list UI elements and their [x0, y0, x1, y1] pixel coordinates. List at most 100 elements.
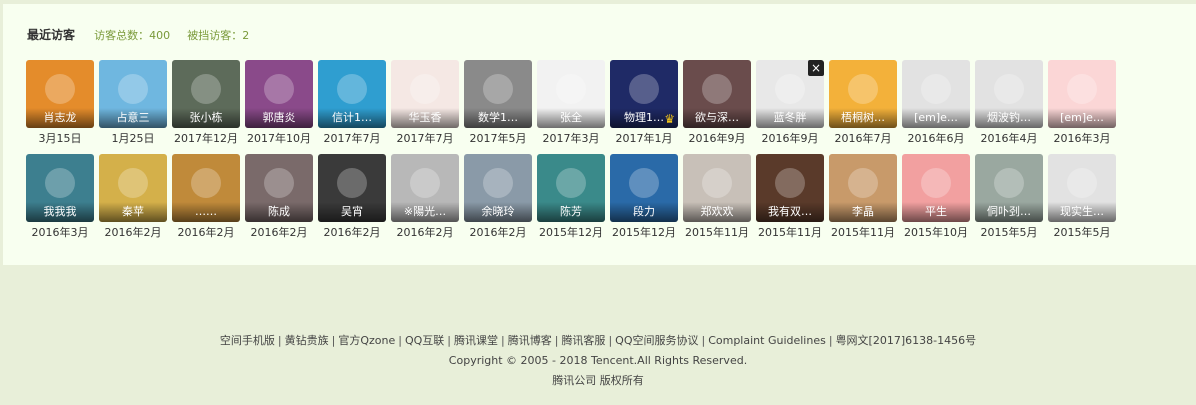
- visitor-name[interactable]: [em]e…: [902, 108, 970, 128]
- footer-link[interactable]: Complaint Guidelines: [708, 334, 826, 347]
- visitor-name[interactable]: 我我我: [26, 202, 94, 222]
- visitor-card[interactable]: [em]e… 2016年6月: [902, 60, 970, 147]
- visitor-name[interactable]: 华玉香: [391, 108, 459, 128]
- visitor-avatar[interactable]: 吴宵: [318, 154, 386, 222]
- visitor-card[interactable]: 吴宵 2016年2月: [318, 154, 386, 241]
- visitor-card[interactable]: 李晶 2015年11月: [829, 154, 897, 241]
- footer-link[interactable]: 腾讯博客: [508, 334, 552, 347]
- visitor-name[interactable]: ……: [172, 202, 240, 222]
- visitor-card[interactable]: 数学1… 2017年5月: [464, 60, 532, 147]
- visitor-card[interactable]: 陈成 2016年2月: [245, 154, 313, 241]
- visitor-card[interactable]: 我我我 2016年3月: [26, 154, 94, 241]
- footer-link[interactable]: QQ互联: [405, 334, 444, 347]
- visitor-card[interactable]: 华玉香 2017年7月: [391, 60, 459, 147]
- blocked-visitors-count[interactable]: 被挡访客：2: [187, 29, 249, 42]
- total-visitors-count[interactable]: 访客总数：400: [94, 29, 170, 42]
- visitor-avatar[interactable]: 华玉香: [391, 60, 459, 128]
- visitor-avatar[interactable]: 余晓玲: [464, 154, 532, 222]
- visitor-card[interactable]: 段力 2015年12月: [610, 154, 678, 241]
- footer-link[interactable]: 空间手机版: [220, 334, 275, 347]
- visitor-avatar[interactable]: 数学1…: [464, 60, 532, 128]
- visitor-avatar[interactable]: 陈成: [245, 154, 313, 222]
- visitor-avatar[interactable]: 我我我: [26, 154, 94, 222]
- visitor-name[interactable]: 欲与深…: [683, 108, 751, 128]
- visitor-card[interactable]: 郑欢欢 2015年11月: [683, 154, 751, 241]
- visitor-name[interactable]: 陈成: [245, 202, 313, 222]
- visitor-name[interactable]: 侗卟刭…: [975, 202, 1043, 222]
- visitor-avatar[interactable]: 李晶: [829, 154, 897, 222]
- footer-link[interactable]: 官方Qzone: [338, 334, 395, 347]
- visitor-name[interactable]: 张全: [537, 108, 605, 128]
- visitor-avatar[interactable]: ……: [172, 154, 240, 222]
- visitor-card[interactable]: 平生 2015年10月: [902, 154, 970, 241]
- visitor-avatar[interactable]: 张小栋: [172, 60, 240, 128]
- visitor-avatar[interactable]: 秦苹: [99, 154, 167, 222]
- visitor-card[interactable]: 占意三 1月25日: [99, 60, 167, 147]
- visitor-card[interactable]: 肖志龙 3月15日: [26, 60, 94, 147]
- visitor-avatar[interactable]: [em]e…: [902, 60, 970, 128]
- visitor-card[interactable]: 侗卟刭… 2015年5月: [975, 154, 1043, 241]
- visitor-avatar[interactable]: 肖志龙: [26, 60, 94, 128]
- footer-link[interactable]: 粤网文[2017]6138-1456号: [836, 334, 977, 347]
- visitor-name[interactable]: 数学1…: [464, 108, 532, 128]
- visitor-name[interactable]: 平生: [902, 202, 970, 222]
- visitor-avatar[interactable]: 侗卟刭…: [975, 154, 1043, 222]
- visitor-avatar[interactable]: 蓝冬胖 ×: [756, 60, 824, 128]
- visitor-card[interactable]: 郭唐炎 2017年10月: [245, 60, 313, 147]
- visitor-name[interactable]: 余晓玲: [464, 202, 532, 222]
- visitor-name[interactable]: 信计1…: [318, 108, 386, 128]
- visitor-name[interactable]: 蓝冬胖: [756, 108, 824, 128]
- visitor-card[interactable]: 现实生… 2015年5月: [1048, 154, 1116, 241]
- visitor-name[interactable]: 郑欢欢: [683, 202, 751, 222]
- visitor-name[interactable]: 秦苹: [99, 202, 167, 222]
- visitor-card[interactable]: ※陽光… 2016年2月: [391, 154, 459, 241]
- footer-link[interactable]: QQ空间服务协议: [615, 334, 698, 347]
- visitor-avatar[interactable]: 平生: [902, 154, 970, 222]
- visitor-name[interactable]: 段力: [610, 202, 678, 222]
- visitor-avatar[interactable]: [em]e…: [1048, 60, 1116, 128]
- visitor-card[interactable]: 梧桐树… 2016年7月: [829, 60, 897, 147]
- visitor-card[interactable]: 余晓玲 2016年2月: [464, 154, 532, 241]
- visitor-card[interactable]: …… 2016年2月: [172, 154, 240, 241]
- visitor-name[interactable]: 吴宵: [318, 202, 386, 222]
- visitor-avatar[interactable]: 郭唐炎: [245, 60, 313, 128]
- visitor-name[interactable]: 郭唐炎: [245, 108, 313, 128]
- visitor-name[interactable]: [em]e…: [1048, 108, 1116, 128]
- footer-link[interactable]: 腾讯课堂: [454, 334, 498, 347]
- visitor-avatar[interactable]: 我有双…: [756, 154, 824, 222]
- visitor-name[interactable]: 李晶: [829, 202, 897, 222]
- visitor-card[interactable]: 欲与深… 2016年9月: [683, 60, 751, 147]
- visitor-card[interactable]: 信计1… 2017年7月: [318, 60, 386, 147]
- visitor-avatar[interactable]: 郑欢欢: [683, 154, 751, 222]
- visitor-card[interactable]: 物理1… ♛ 2017年1月: [610, 60, 678, 147]
- visitor-card[interactable]: 蓝冬胖 × 2016年9月: [756, 60, 824, 147]
- visitor-name[interactable]: 梧桐树…: [829, 108, 897, 128]
- visitor-name[interactable]: 陈芳: [537, 202, 605, 222]
- visitor-name[interactable]: 占意三: [99, 108, 167, 128]
- visitor-avatar[interactable]: 占意三: [99, 60, 167, 128]
- visitor-avatar[interactable]: 物理1… ♛: [610, 60, 678, 128]
- footer-link[interactable]: 腾讯客服: [561, 334, 605, 347]
- visitor-name[interactable]: 张小栋: [172, 108, 240, 128]
- visitor-avatar[interactable]: 陈芳: [537, 154, 605, 222]
- visitor-avatar[interactable]: 信计1…: [318, 60, 386, 128]
- close-icon[interactable]: ×: [808, 60, 824, 76]
- visitor-name[interactable]: ※陽光…: [391, 202, 459, 222]
- visitor-card[interactable]: 张小栋 2017年12月: [172, 60, 240, 147]
- visitor-card[interactable]: 秦苹 2016年2月: [99, 154, 167, 241]
- visitor-name[interactable]: 现实生…: [1048, 202, 1116, 222]
- visitor-card[interactable]: 张全 2017年3月: [537, 60, 605, 147]
- footer-link[interactable]: 黄钻贵族: [285, 334, 329, 347]
- visitor-avatar[interactable]: 欲与深…: [683, 60, 751, 128]
- visitor-avatar[interactable]: ※陽光…: [391, 154, 459, 222]
- visitor-card[interactable]: 烟波钓… 2016年4月: [975, 60, 1043, 147]
- visitor-card[interactable]: [em]e… 2016年3月: [1048, 60, 1116, 147]
- visitor-avatar[interactable]: 张全: [537, 60, 605, 128]
- visitor-name[interactable]: 我有双…: [756, 202, 824, 222]
- visitor-card[interactable]: 陈芳 2015年12月: [537, 154, 605, 241]
- visitor-avatar[interactable]: 现实生…: [1048, 154, 1116, 222]
- visitor-name[interactable]: 烟波钓…: [975, 108, 1043, 128]
- visitor-name[interactable]: 肖志龙: [26, 108, 94, 128]
- visitor-card[interactable]: 我有双… 2015年11月: [756, 154, 824, 241]
- visitor-avatar[interactable]: 梧桐树…: [829, 60, 897, 128]
